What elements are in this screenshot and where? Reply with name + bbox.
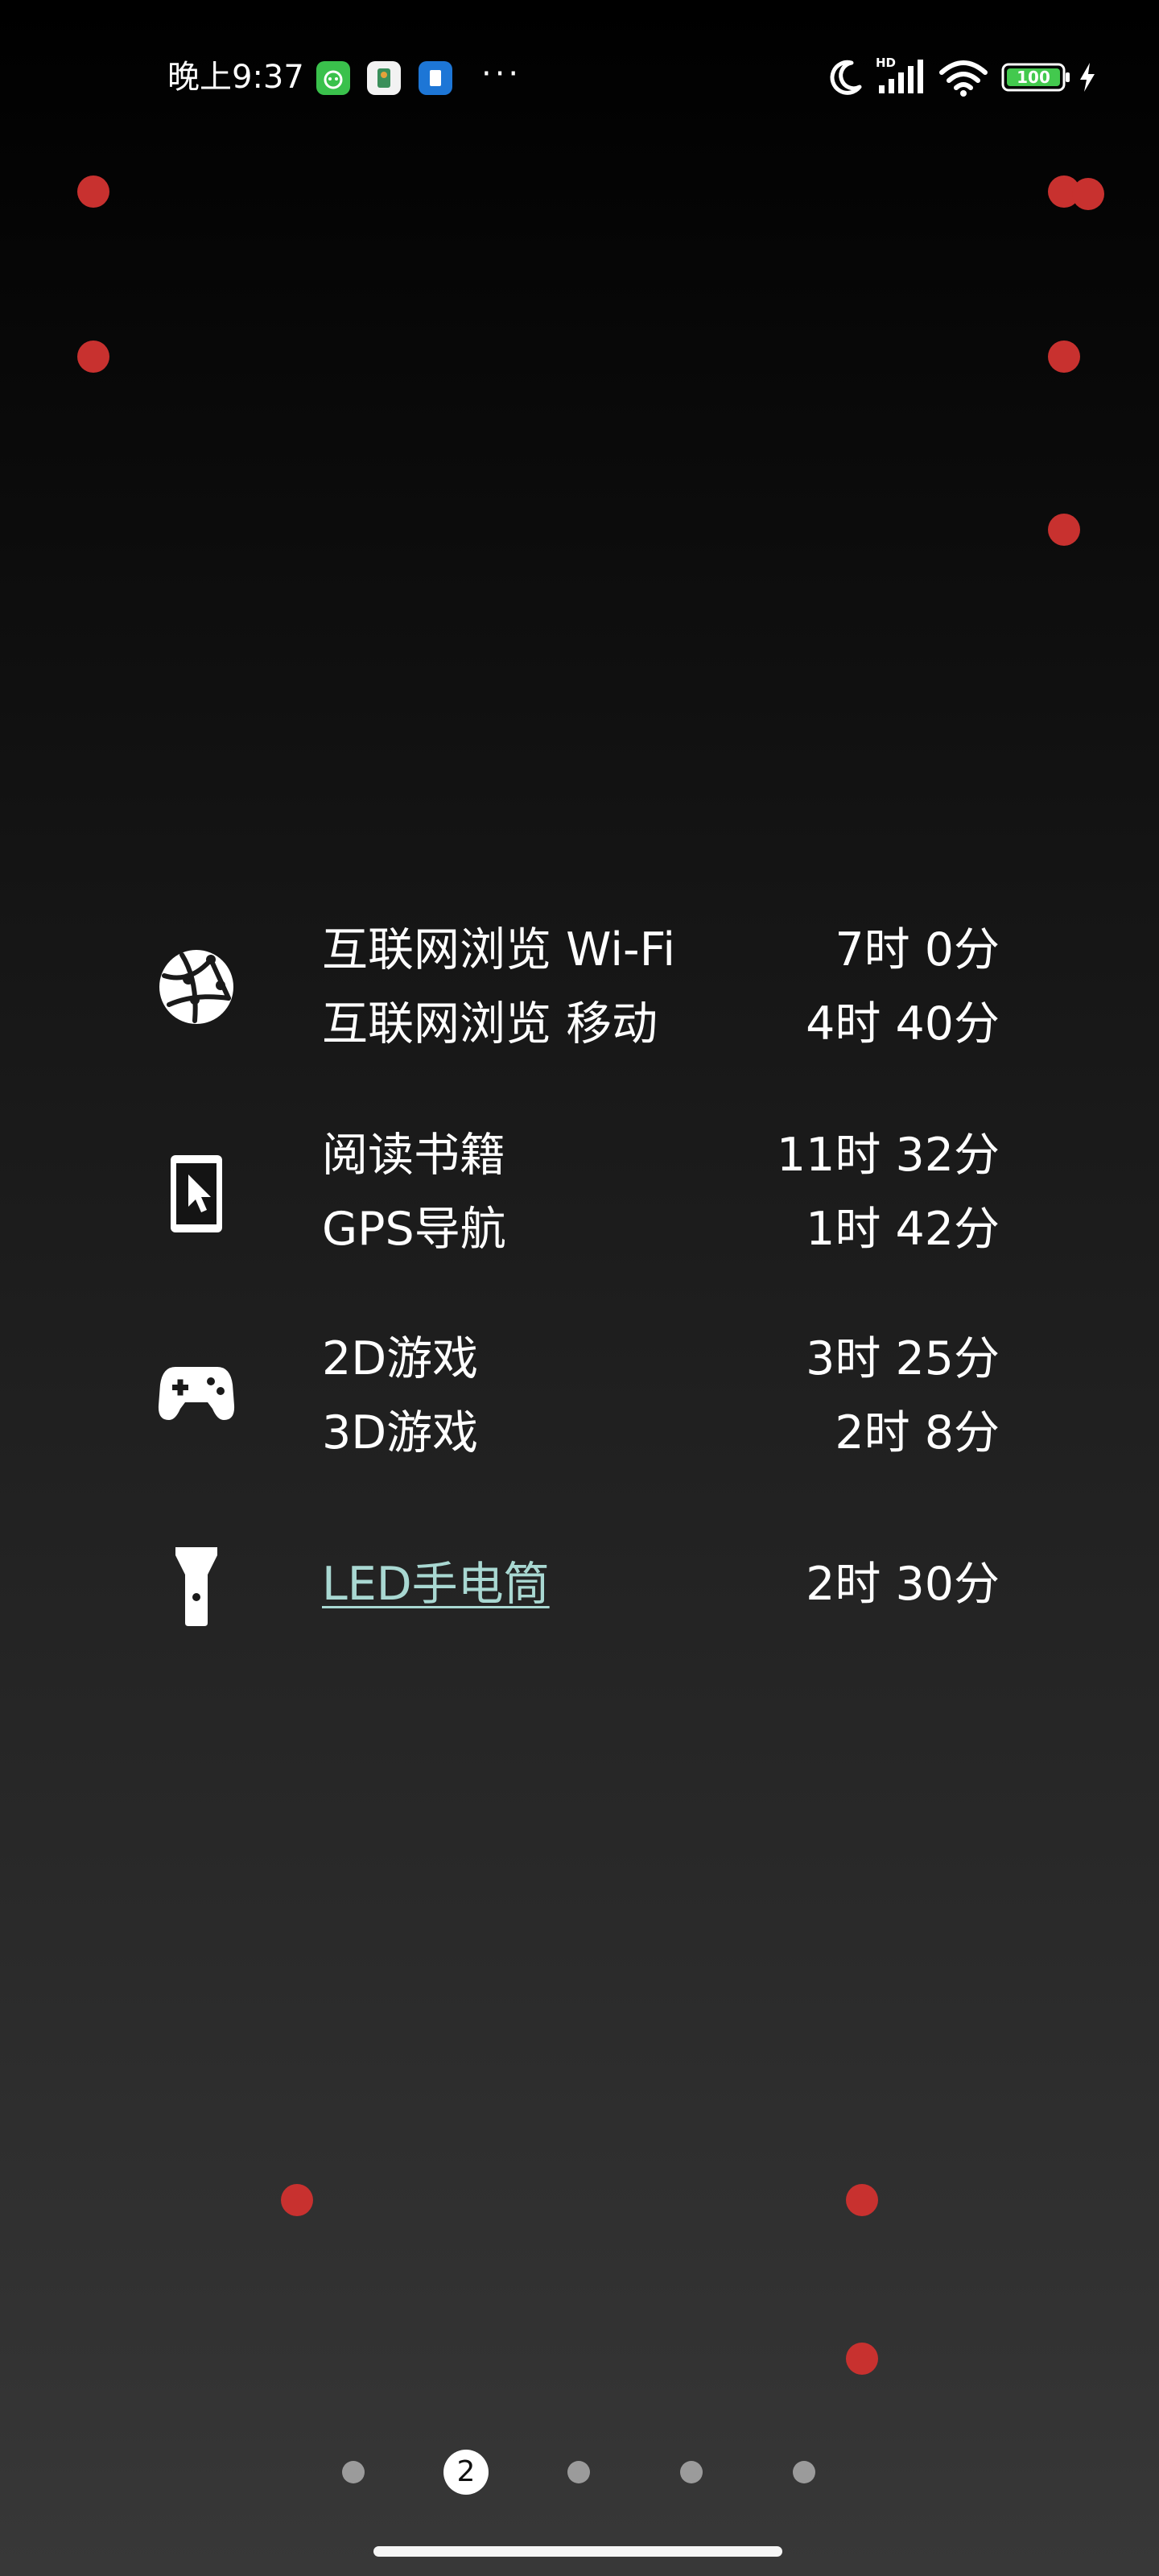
page-dot[interactable] xyxy=(793,2461,815,2483)
status-time: 晚上9:37 xyxy=(167,59,304,96)
usage-value: 3时 25分 xyxy=(806,1332,1000,1385)
usage-item: 3D游戏 2时 8分 xyxy=(322,1401,1000,1465)
usage-value: 1时 42分 xyxy=(806,1203,1000,1256)
usage-value: 11时 32分 xyxy=(776,1129,1000,1182)
usage-value: 2时 8分 xyxy=(835,1406,1000,1459)
marker-dot xyxy=(1048,514,1080,546)
usage-item: 互联网浏览 移动 4时 40分 xyxy=(322,992,1000,1056)
blue-app-icon xyxy=(419,61,452,95)
usage-label: 3D游戏 xyxy=(322,1406,479,1459)
white-app-icon xyxy=(367,61,401,95)
usage-value: 2时 30分 xyxy=(806,1558,1000,1611)
page-dot-current[interactable]: 2 xyxy=(443,2450,489,2495)
globe-icon xyxy=(159,950,233,1024)
home-indicator[interactable] xyxy=(373,2546,782,2557)
usage-item[interactable]: LED手电筒 2时 30分 xyxy=(322,1552,1000,1616)
page-dot[interactable] xyxy=(567,2461,590,2483)
marker-dot xyxy=(1048,341,1080,373)
usage-label: GPS导航 xyxy=(322,1203,506,1256)
usage-item: 2D游戏 3时 25分 xyxy=(322,1327,1000,1391)
usage-value: 7时 0分 xyxy=(835,923,1000,976)
gamepad-icon xyxy=(158,1367,235,1420)
battery-level: 100 xyxy=(1017,68,1050,87)
usage-label: 互联网浏览 Wi-Fi xyxy=(322,923,676,976)
charging-icon xyxy=(1080,63,1095,92)
usage-value: 4时 40分 xyxy=(806,997,1000,1051)
usage-group-flashlight: LED手电筒 2时 30分 xyxy=(0,1546,1159,1634)
usage-label: 2D游戏 xyxy=(322,1332,479,1385)
status-bar: 晚上9:37 ··· HD 100 xyxy=(0,0,1159,153)
usage-item: GPS导航 1时 42分 xyxy=(322,1197,1000,1261)
usage-group-reading: 阅读书籍 11时 32分 GPS导航 1时 42分 xyxy=(0,1123,1159,1268)
marker-dot xyxy=(77,341,109,373)
usage-label: 阅读书籍 xyxy=(322,1129,505,1182)
usage-label: 互联网浏览 移动 xyxy=(322,997,658,1051)
usage-item: 阅读书籍 11时 32分 xyxy=(322,1123,1000,1187)
page-dot[interactable] xyxy=(680,2461,703,2483)
flashlight-link[interactable]: LED手电筒 xyxy=(322,1552,550,1616)
flashlight-icon xyxy=(175,1547,217,1626)
more-notifications-icon: ··· xyxy=(481,56,522,93)
marker-dot xyxy=(846,2184,878,2216)
marker-dot xyxy=(281,2184,313,2216)
green-app-icon xyxy=(316,61,350,95)
usage-item: 互联网浏览 Wi-Fi 7时 0分 xyxy=(322,918,1000,982)
page-dot[interactable] xyxy=(342,2461,365,2483)
marker-dot xyxy=(1072,178,1104,210)
tablet-pointer-icon xyxy=(171,1155,222,1232)
signal-icon: HD xyxy=(874,56,930,97)
usage-group-internet: 互联网浏览 Wi-Fi 7时 0分 互联网浏览 移动 4时 40分 xyxy=(0,918,1159,1063)
wifi-icon xyxy=(939,60,988,97)
moon-icon xyxy=(830,60,862,95)
battery-icon: 100 xyxy=(1001,63,1072,92)
marker-dot xyxy=(77,175,109,208)
usage-group-games: 2D游戏 3时 25分 3D游戏 2时 8分 xyxy=(0,1327,1159,1472)
marker-dot xyxy=(846,2343,878,2375)
